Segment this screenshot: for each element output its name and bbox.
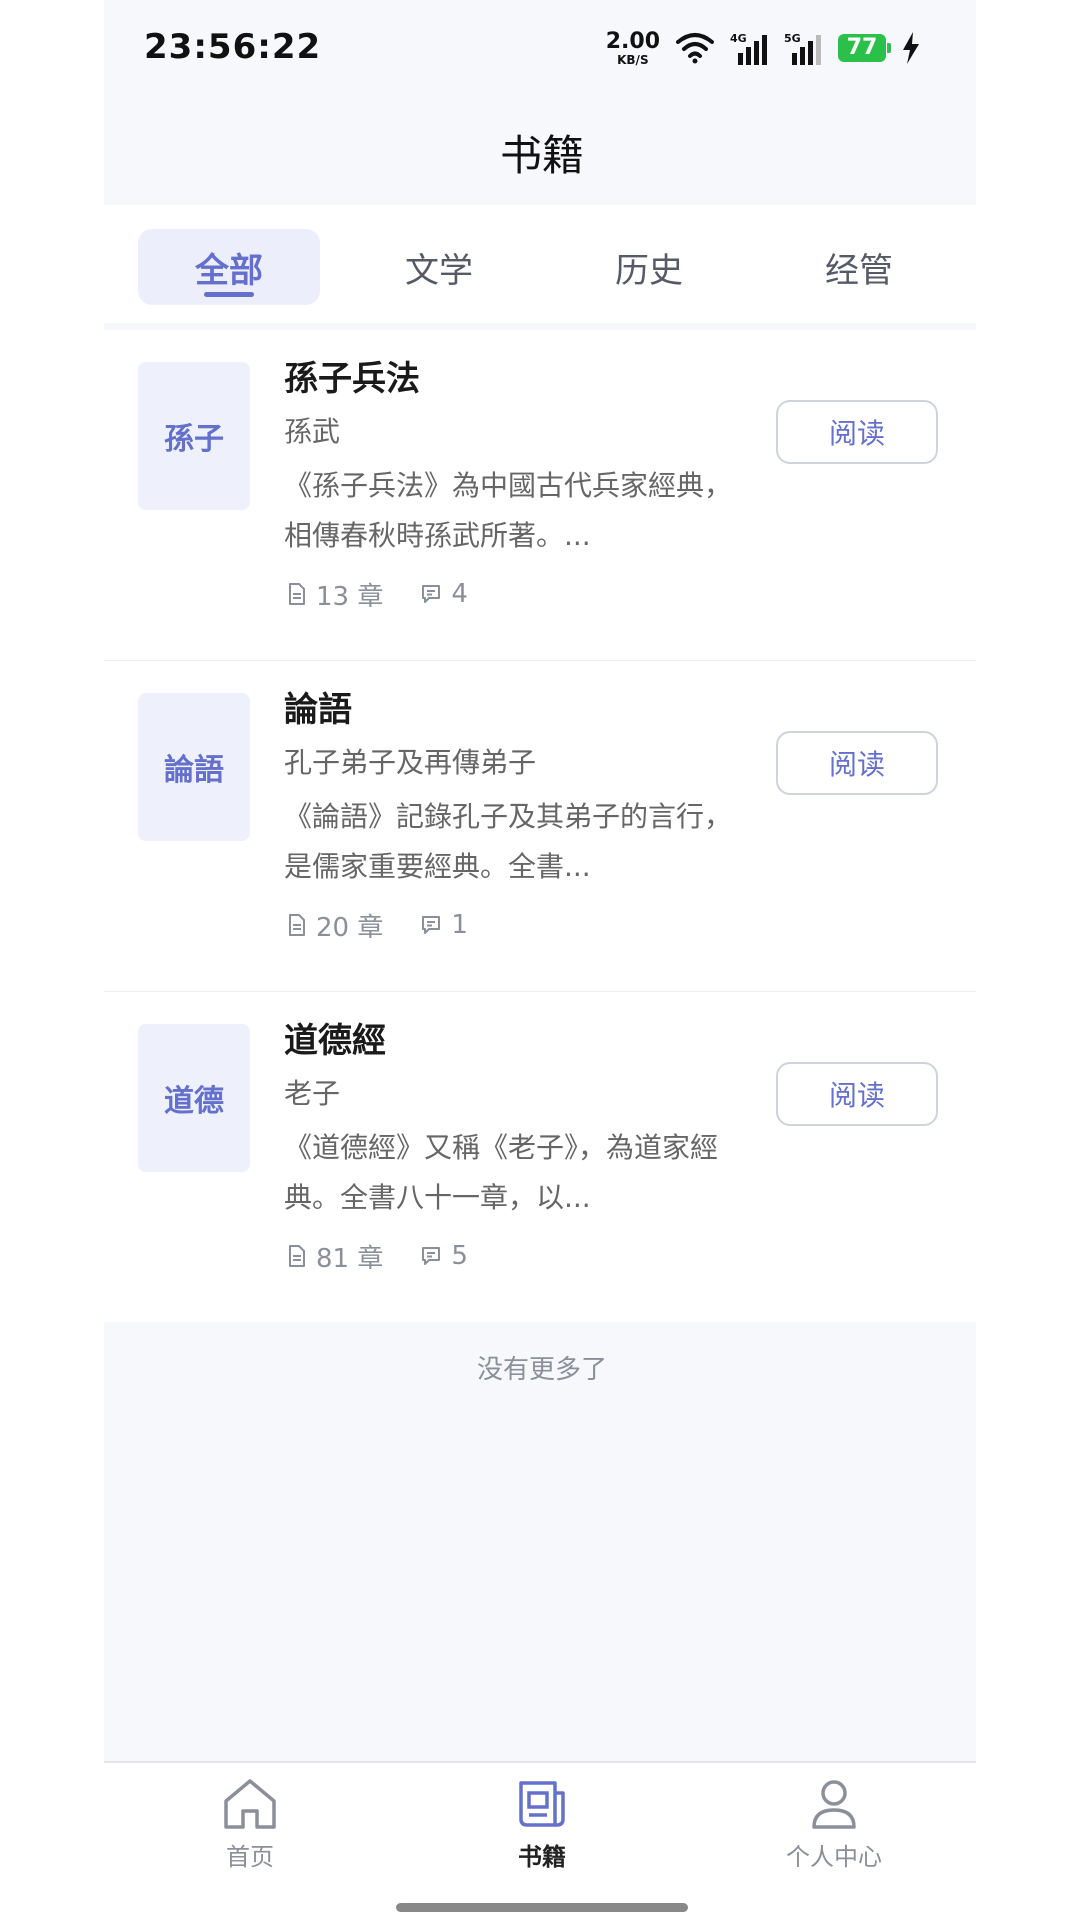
nav-home-label: 首页 [226, 1843, 274, 1871]
book-meta: 81 章 5 [288, 1238, 506, 1275]
book-cover: 道德 [138, 1024, 250, 1172]
chapter-count: 81 章 [288, 1238, 383, 1275]
tab-history[interactable]: 历史 [558, 229, 740, 305]
category-tabs: 全部 文学 历史 经管 [104, 205, 980, 323]
comment-count-value: 4 [451, 579, 468, 609]
bottom-navigation: 首页 书籍 个人中心 [104, 1761, 980, 1920]
home-indicator[interactable] [396, 1903, 688, 1912]
book-icon [519, 1781, 565, 1827]
comment-count-value: 5 [451, 1241, 468, 1271]
book-description: 《孫子兵法》為中國古代兵家經典，相傳春秋時孫武所著。... [284, 469, 733, 552]
nav-books-label: 书籍 [518, 1843, 566, 1871]
nav-books[interactable]: 书籍 [442, 1777, 642, 1887]
network-speed: 2.00 KB/S [605, 28, 660, 67]
document-icon [289, 583, 305, 605]
no-more-text: 没有更多了 [476, 1355, 607, 1385]
book-item[interactable]: 孫子 孫子兵法 孫武 《孫子兵法》為中國古代兵家經典，相傳春秋時孫武所著。...… [104, 330, 980, 660]
book-meta: 20 章 1 [288, 907, 506, 944]
comment-icon [422, 585, 441, 603]
book-title: 論語 [284, 690, 352, 730]
comment-count: 4 [421, 579, 468, 609]
charging-icon [903, 32, 919, 64]
status-time: 23:56:22 [144, 27, 322, 67]
book-item[interactable]: 道德 道德經 老子 《道德經》又稱《老子》，為道家經典。全書八十一章，以... … [104, 992, 980, 1322]
read-button[interactable]: 阅读 [776, 400, 938, 464]
tab-all[interactable]: 全部 [138, 229, 320, 305]
comment-count: 5 [421, 1241, 468, 1271]
chapter-count-value: 81 章 [316, 1243, 384, 1274]
home-icon [224, 1779, 276, 1829]
right-frame [976, 0, 1080, 1920]
tab-economics-management[interactable]: 经管 [768, 229, 950, 305]
book-cover: 孫子 [138, 362, 250, 510]
tab-literature-label: 文学 [405, 250, 473, 291]
book-meta: 13 章 4 [288, 576, 506, 613]
book-author: 老子 [284, 1077, 341, 1110]
chapter-count: 13 章 [288, 576, 383, 613]
wifi-icon [676, 33, 714, 64]
document-icon [289, 1245, 305, 1267]
status-icons: 2.00 KB/S 4G 5G 77 [606, 28, 920, 68]
book-title: 道德經 [284, 1021, 386, 1061]
tab-history-label: 历史 [615, 250, 683, 291]
screen: 23:56:22 2.00 KB/S 4G 5G 77 书籍 全部 文学 历史 … [0, 0, 1080, 1920]
tab-all-label: 全部 [195, 250, 263, 291]
comment-icon [422, 1247, 441, 1265]
chapter-count: 20 章 [288, 907, 383, 944]
comment-count: 1 [421, 910, 468, 940]
user-icon [812, 1780, 856, 1829]
book-item[interactable]: 論語 論語 孔子弟子及再傳弟子 《論語》記錄孔子及其弟子的言行，是儒家重要經典。… [104, 661, 980, 991]
network-speed-unit: KB/S [617, 52, 649, 67]
nav-home[interactable]: 首页 [150, 1777, 350, 1887]
comment-icon [422, 916, 441, 934]
nav-profile[interactable]: 个人中心 [734, 1777, 934, 1887]
network-speed-value: 2.00 [605, 28, 660, 54]
document-icon [289, 914, 305, 936]
comment-count-value: 1 [451, 910, 468, 940]
chapter-count-value: 20 章 [316, 912, 384, 943]
book-description: 《道德經》又稱《老子》，為道家經典。全書八十一章，以... [284, 1131, 719, 1214]
battery-icon: 77 [838, 34, 891, 62]
cellular-5g-icon: 5G [784, 32, 821, 65]
book-author: 孫武 [284, 415, 341, 448]
page-title: 书籍 [499, 131, 584, 180]
chapter-count-value: 13 章 [316, 581, 384, 612]
tab-economics-management-label: 经管 [825, 250, 893, 291]
book-description: 《論語》記錄孔子及其弟子的言行，是儒家重要經典。全書... [284, 800, 733, 883]
signal-2-label: 5G [784, 32, 801, 45]
read-button[interactable]: 阅读 [776, 1062, 938, 1126]
nav-profile-label: 个人中心 [786, 1843, 882, 1871]
app-container: 23:56:22 2.00 KB/S 4G 5G 77 书籍 全部 文学 历史 … [104, 0, 980, 1920]
book-title: 孫子兵法 [284, 359, 420, 399]
cellular-4g-icon: 4G [730, 32, 767, 65]
signal-1-label: 4G [730, 32, 747, 45]
battery-level: 77 [846, 35, 878, 60]
active-tab-indicator [204, 292, 254, 297]
book-author: 孔子弟子及再傳弟子 [284, 746, 537, 779]
read-button[interactable]: 阅读 [776, 731, 938, 795]
book-cover: 論語 [138, 693, 250, 841]
tab-literature[interactable]: 文学 [348, 229, 530, 305]
left-frame [0, 0, 104, 1920]
